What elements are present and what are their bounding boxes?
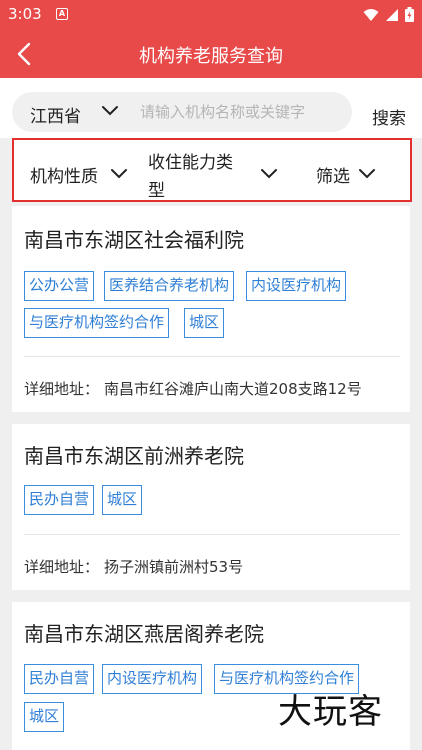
chevron-down-icon[interactable] bbox=[110, 168, 128, 180]
institution-card[interactable]: 南昌市东湖区社会福利院 公办公营 医养结合养老机构 内设医疗机构 与医疗机构签约… bbox=[12, 206, 410, 412]
tag: 内设医疗机构 bbox=[102, 664, 203, 694]
page-title: 机构养老服务查询 bbox=[139, 46, 283, 67]
watermark-logo: 大玩客 bbox=[278, 692, 383, 732]
address-label: 详细地址： bbox=[24, 558, 100, 576]
address-value: 扬子洲镇前洲村53号 bbox=[104, 558, 244, 576]
tag: 城区 bbox=[24, 702, 65, 732]
tag: 民办自营 bbox=[24, 664, 95, 694]
wifi-icon bbox=[363, 8, 379, 21]
tag: 与医疗机构签约合作 bbox=[24, 308, 170, 338]
tag: 内设医疗机构 bbox=[246, 271, 347, 301]
tag: 城区 bbox=[184, 308, 225, 338]
institution-name: 南昌市东湖区前洲养老院 bbox=[24, 444, 244, 468]
filter-capacity[interactable]: 收住能力类 bbox=[148, 148, 233, 173]
filter-screen[interactable]: 筛选 bbox=[316, 162, 350, 187]
signal-icon bbox=[386, 8, 398, 21]
battery-icon bbox=[405, 7, 414, 22]
search-row: 江西省 搜索 bbox=[0, 78, 422, 138]
address-value: 南昌市红谷滩庐山南大道208支路12号 bbox=[104, 380, 362, 398]
search-button[interactable]: 搜索 bbox=[372, 104, 406, 129]
tag: 民办自营 bbox=[24, 485, 95, 515]
divider bbox=[24, 534, 400, 535]
address-label: 详细地址： bbox=[24, 380, 100, 398]
notification-icon: A bbox=[56, 8, 68, 20]
status-icons bbox=[363, 7, 414, 22]
institution-name: 南昌市东湖区燕居阁养老院 bbox=[24, 622, 264, 646]
institution-name: 南昌市东湖区社会福利院 bbox=[24, 228, 244, 252]
tag: 城区 bbox=[102, 485, 143, 515]
chevron-down-icon[interactable] bbox=[260, 168, 278, 180]
tag: 医养结合养老机构 bbox=[104, 271, 235, 301]
filter-bar: 机构性质 收住能力类 型 筛选 bbox=[12, 138, 412, 202]
filter-nature[interactable]: 机构性质 bbox=[30, 162, 98, 187]
chevron-down-icon[interactable] bbox=[100, 104, 120, 118]
divider bbox=[24, 356, 400, 357]
chevron-down-icon[interactable] bbox=[358, 168, 376, 180]
nav-bar: 机构养老服务查询 bbox=[0, 30, 422, 78]
search-input[interactable] bbox=[140, 100, 340, 124]
institution-card[interactable]: 南昌市东湖区前洲养老院 民办自营 城区 详细地址： 扬子洲镇前洲村53号 bbox=[12, 424, 410, 590]
search-box: 江西省 bbox=[12, 92, 352, 132]
filter-capacity-wrap[interactable]: 型 bbox=[148, 176, 165, 201]
status-bar: 3:03 A bbox=[0, 0, 422, 30]
tag: 公办公营 bbox=[24, 271, 95, 301]
status-time: 3:03 bbox=[8, 5, 42, 23]
province-selector[interactable]: 江西省 bbox=[30, 102, 81, 127]
